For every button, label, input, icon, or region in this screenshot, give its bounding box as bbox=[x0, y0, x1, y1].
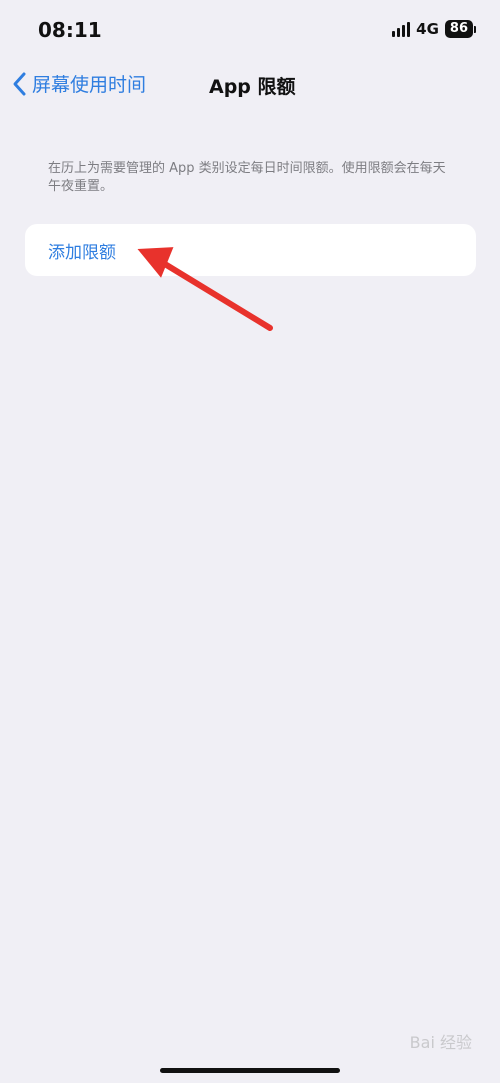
battery-icon: 86 bbox=[444, 20, 476, 38]
back-label: 屏幕使用时间 bbox=[32, 74, 147, 96]
home-indicator[interactable] bbox=[160, 1068, 340, 1073]
navigation-bar: 屏幕使用时间 App 限额 bbox=[0, 62, 500, 106]
status-time: 08:11 bbox=[38, 18, 102, 42]
description-text: 在历上为需要管理的 App 类别设定每日时间限额。使用限额会在每天午夜重置。 bbox=[48, 161, 446, 194]
network-type-label: 4G bbox=[416, 20, 439, 38]
watermark: Bai 经验 bbox=[409, 1033, 472, 1052]
signal-bars-icon bbox=[392, 21, 411, 37]
back-button[interactable]: 屏幕使用时间 bbox=[12, 70, 146, 97]
status-bar: 08:11 4G 86 bbox=[0, 0, 500, 60]
page-title: App 限额 bbox=[209, 76, 296, 98]
battery-level: 86 bbox=[444, 20, 473, 38]
red-arrow-icon bbox=[137, 247, 273, 331]
chevron-left-icon bbox=[13, 72, 26, 95]
status-indicators: 4G 86 bbox=[392, 20, 476, 38]
add-limit-label: 添加限额 bbox=[48, 243, 116, 263]
